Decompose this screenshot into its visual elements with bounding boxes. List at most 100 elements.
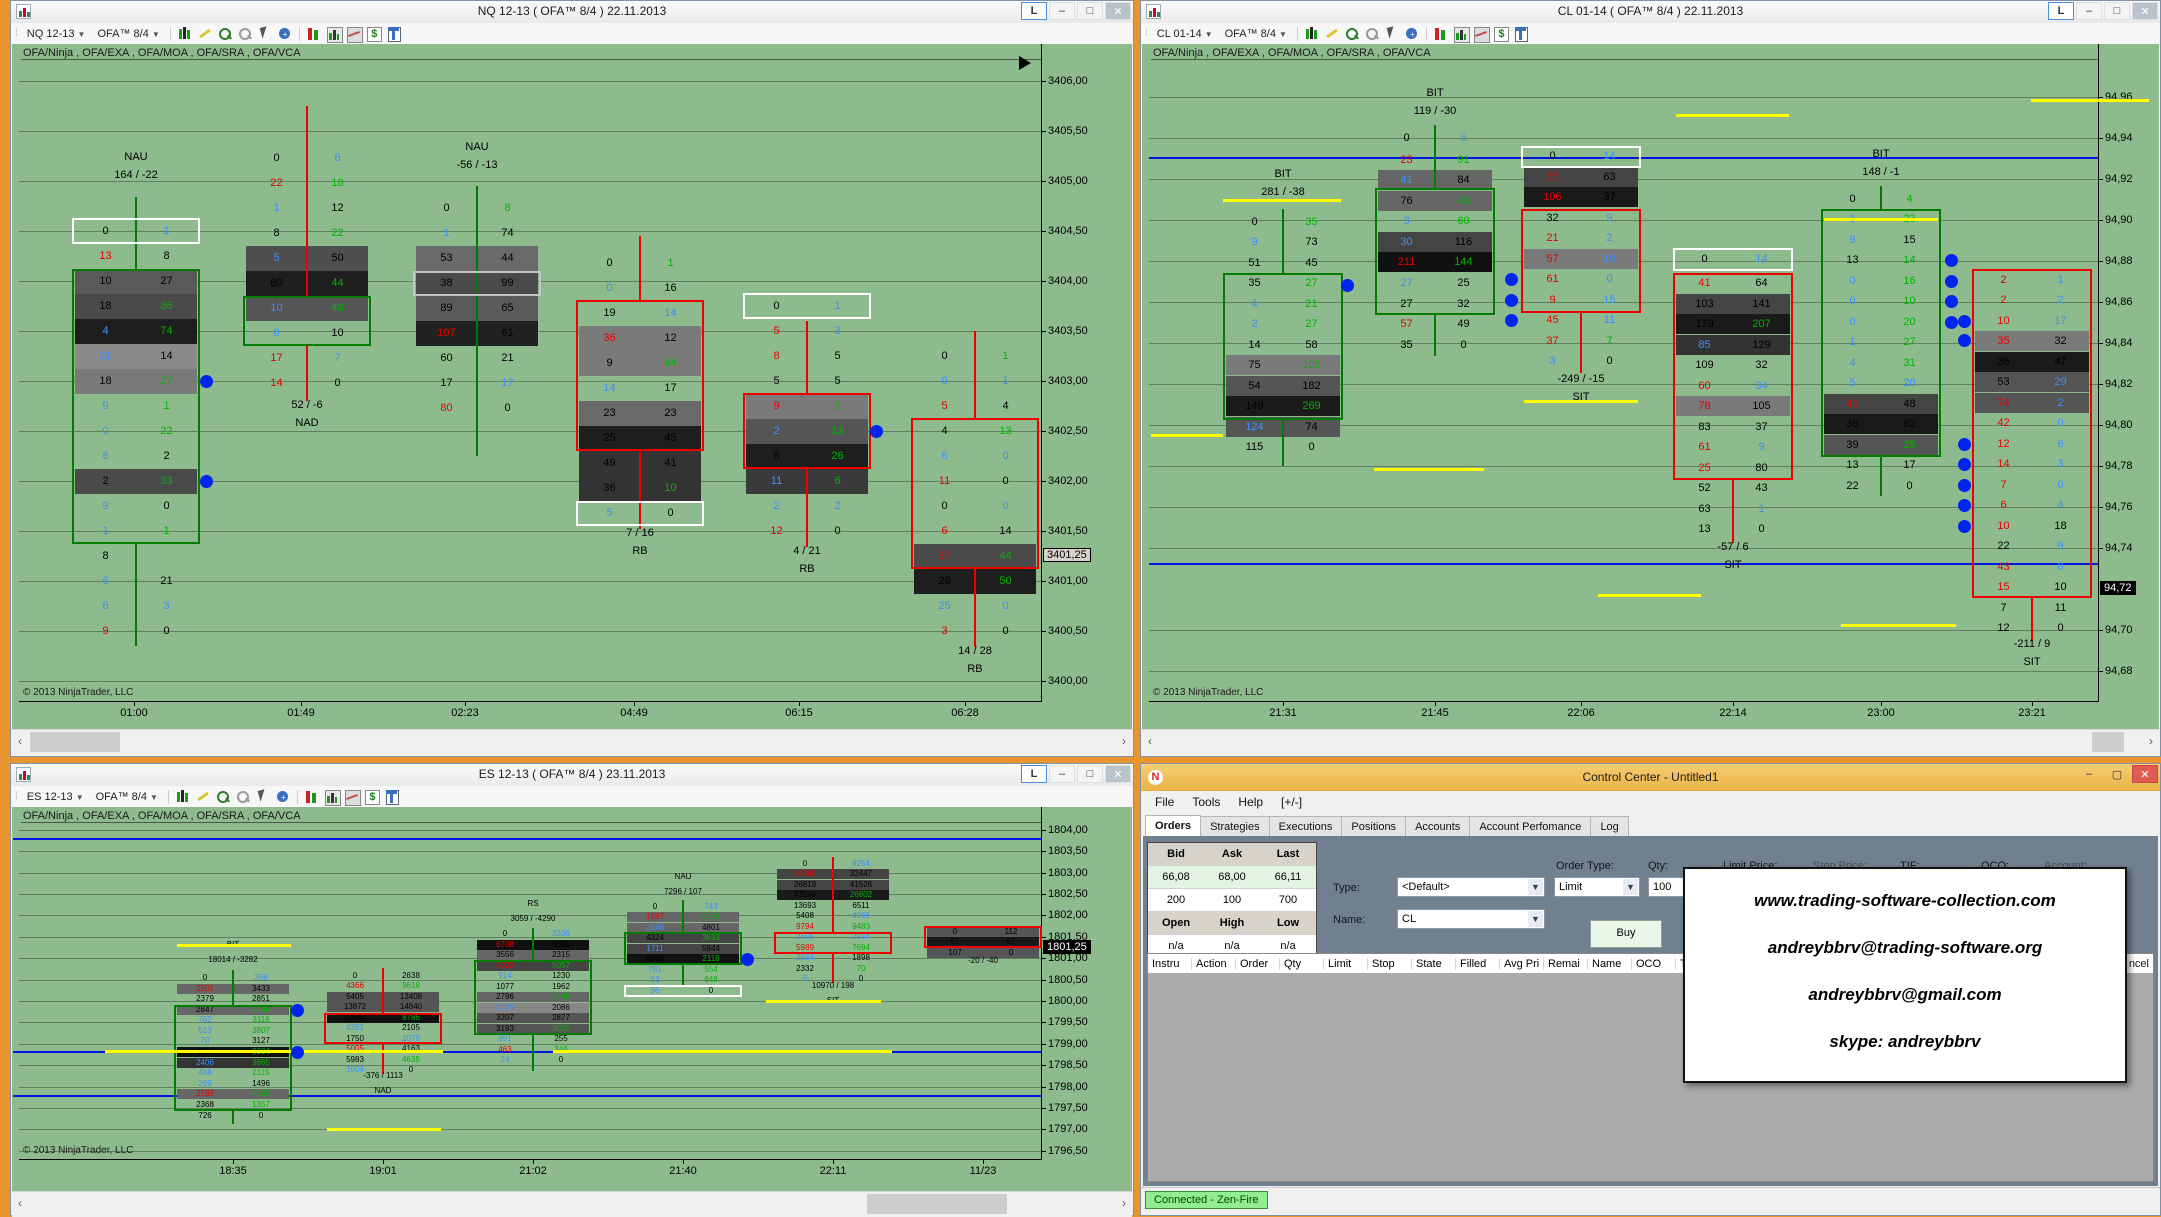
cluster-box-outline bbox=[243, 296, 371, 346]
tab-positions[interactable]: Positions bbox=[1341, 816, 1406, 836]
chart-window-title: NQ 12-13 ( OFA™ 8/4 ) 22.11.2013 bbox=[131, 4, 1013, 18]
cancel-column-partial[interactable]: ncel bbox=[2126, 957, 2152, 971]
toolbar-cursor-icon[interactable] bbox=[257, 26, 273, 42]
toolbar-pencil-icon[interactable] bbox=[197, 26, 213, 42]
chart-window-titlebar[interactable]: ES 12-13 ( OFA™ 8/4 ) 23.11.2013L–□✕ bbox=[11, 764, 1133, 787]
scroll-thumb[interactable] bbox=[2092, 732, 2124, 752]
toolbar-histogram-icon[interactable] bbox=[1453, 26, 1469, 42]
toolbar-cursor-icon[interactable] bbox=[255, 789, 271, 805]
column-footer-label: -376 / 1113 bbox=[363, 1071, 402, 1080]
type-select[interactable]: <Default> ▼ bbox=[1397, 877, 1545, 897]
chart-window-titlebar[interactable]: NQ 12-13 ( OFA™ 8/4 ) 22.11.2013 L–□✕ bbox=[11, 1, 1133, 24]
toolbar-line-chart-icon[interactable] bbox=[346, 26, 362, 42]
price-gridline bbox=[19, 81, 1041, 82]
toolbar-crosshair-icon[interactable]: + bbox=[275, 789, 291, 805]
toolbar-crosshair-icon[interactable]: + bbox=[1404, 26, 1420, 42]
menu-item-file[interactable]: File bbox=[1155, 795, 1174, 809]
menu-item-[interactable]: [+/-] bbox=[1281, 795, 1302, 809]
toolbar-candlestick-icon[interactable] bbox=[1304, 26, 1320, 42]
time-axis-label: 21:40 bbox=[669, 1165, 697, 1177]
toolbar-bars-updown-icon[interactable] bbox=[1433, 26, 1449, 42]
minimize-button[interactable]: – bbox=[1049, 765, 1075, 783]
scroll-right-icon[interactable]: › bbox=[1122, 1196, 1126, 1210]
toolbar-dollar-icon[interactable]: $ bbox=[366, 26, 382, 42]
minimize-button[interactable]: – bbox=[2076, 765, 2102, 783]
name-select[interactable]: CL ▼ bbox=[1397, 909, 1545, 929]
toolbar-data-grid-icon[interactable] bbox=[386, 26, 402, 42]
scroll-left-icon[interactable]: ‹ bbox=[18, 1196, 22, 1210]
toolbar-candlestick-icon[interactable] bbox=[175, 789, 191, 805]
toolbar-data-grid-icon[interactable] bbox=[384, 789, 400, 805]
toolbar-zoom-out-icon[interactable] bbox=[235, 789, 251, 805]
scroll-thumb[interactable] bbox=[30, 732, 120, 752]
maximize-button[interactable]: ▢ bbox=[2104, 765, 2130, 783]
period-selector[interactable]: OFA™ 8/4 ▼ bbox=[93, 27, 163, 41]
horizontal-scrollbar[interactable]: ‹› bbox=[12, 729, 1132, 755]
toolbar-cursor-icon[interactable] bbox=[1384, 26, 1400, 42]
toolbar-drag-handle[interactable]: ⁞ bbox=[15, 28, 17, 39]
horizontal-scrollbar[interactable]: ‹› bbox=[12, 1191, 1132, 1217]
time-axis-label: 22:14 bbox=[1719, 707, 1747, 719]
volume-dot bbox=[1505, 273, 1518, 286]
menu-item-help[interactable]: Help bbox=[1238, 795, 1263, 809]
control-center-titlebar[interactable]: N Control Center - Untitled1 – ▢ ✕ bbox=[1141, 764, 2160, 791]
chart-window-titlebar[interactable]: CL 01-14 ( OFA™ 8/4 ) 22.11.2013L–□✕ bbox=[1141, 1, 2160, 24]
tab-executions[interactable]: Executions bbox=[1269, 816, 1343, 836]
toolbar-zoom-in-icon[interactable] bbox=[215, 789, 231, 805]
toolbar-dollar-icon[interactable]: $ bbox=[1493, 26, 1509, 42]
menu-item-tools[interactable]: Tools bbox=[1192, 795, 1220, 809]
toolbar-histogram-icon[interactable] bbox=[326, 26, 342, 42]
toolbar-data-grid-icon[interactable] bbox=[1513, 26, 1529, 42]
maximize-button[interactable]: □ bbox=[2104, 2, 2130, 20]
scroll-right-icon[interactable]: › bbox=[2149, 734, 2153, 748]
toolbar-pencil-icon[interactable] bbox=[1324, 26, 1340, 42]
tab-accounts[interactable]: Accounts bbox=[1405, 816, 1470, 836]
period-selector[interactable]: OFA™ 8/4 ▼ bbox=[1221, 27, 1291, 41]
tab-strategies[interactable]: Strategies bbox=[1200, 816, 1270, 836]
toolbar-drag-handle[interactable]: ⁞ bbox=[1145, 28, 1147, 39]
toolbar-line-chart-icon[interactable] bbox=[344, 789, 360, 805]
minimize-button[interactable]: – bbox=[1049, 2, 1075, 20]
cluster-box-outline bbox=[1673, 248, 1793, 271]
toolbar-histogram-icon[interactable] bbox=[324, 789, 340, 805]
link-button[interactable]: L bbox=[2048, 2, 2074, 20]
toolbar-line-chart-icon[interactable] bbox=[1473, 26, 1489, 42]
close-button[interactable]: ✕ bbox=[2132, 765, 2158, 783]
period-selector[interactable]: OFA™ 8/4 ▼ bbox=[92, 790, 162, 804]
order-type-select[interactable]: Limit ▼ bbox=[1554, 877, 1640, 897]
scroll-thumb[interactable] bbox=[867, 1194, 1007, 1214]
watermark-line: skype: andreybbrv bbox=[1685, 1032, 2125, 1052]
toolbar-dollar-icon[interactable]: $ bbox=[364, 789, 380, 805]
scroll-left-icon[interactable]: ‹ bbox=[18, 734, 22, 748]
toolbar-pencil-icon[interactable] bbox=[195, 789, 211, 805]
close-button[interactable]: ✕ bbox=[1105, 765, 1131, 783]
scroll-left-icon[interactable]: ‹ bbox=[1148, 734, 1152, 748]
link-button[interactable]: L bbox=[1021, 765, 1047, 783]
toolbar-drag-handle[interactable]: ⁞ bbox=[15, 791, 17, 802]
tab-log[interactable]: Log bbox=[1590, 816, 1628, 836]
instrument-selector[interactable]: CL 01-14 ▼ bbox=[1153, 27, 1217, 41]
toolbar-bars-updown-icon[interactable] bbox=[304, 789, 320, 805]
instrument-selector[interactable]: NQ 12-13 ▼ bbox=[23, 27, 90, 41]
tab-account-perfomance[interactable]: Account Perfomance bbox=[1469, 816, 1591, 836]
time-axis-label: 19:01 bbox=[369, 1165, 397, 1177]
link-button[interactable]: L bbox=[1021, 2, 1047, 20]
close-button[interactable]: ✕ bbox=[1105, 2, 1131, 20]
toolbar-bars-updown-icon[interactable] bbox=[306, 26, 322, 42]
scroll-right-icon[interactable]: › bbox=[1122, 734, 1126, 748]
close-button[interactable]: ✕ bbox=[2132, 2, 2158, 20]
toolbar-candlestick-icon[interactable] bbox=[177, 26, 193, 42]
instrument-selector[interactable]: ES 12-13 ▼ bbox=[23, 790, 88, 804]
horizontal-scrollbar[interactable]: ‹› bbox=[1142, 729, 2159, 755]
toolbar-zoom-out-icon[interactable] bbox=[1364, 26, 1380, 42]
maximize-button[interactable]: □ bbox=[1077, 2, 1103, 20]
minimize-button[interactable]: – bbox=[2076, 2, 2102, 20]
tab-orders[interactable]: Orders bbox=[1145, 815, 1201, 837]
toolbar-zoom-out-icon[interactable] bbox=[237, 26, 253, 42]
toolbar-zoom-in-icon[interactable] bbox=[217, 26, 233, 42]
toolbar-zoom-in-icon[interactable] bbox=[1344, 26, 1360, 42]
toolbar-crosshair-icon[interactable]: + bbox=[277, 26, 293, 42]
market-header-row: Bid Ask Last bbox=[1148, 843, 1316, 866]
buy-button[interactable]: Buy bbox=[1590, 920, 1662, 948]
maximize-button[interactable]: □ bbox=[1077, 765, 1103, 783]
